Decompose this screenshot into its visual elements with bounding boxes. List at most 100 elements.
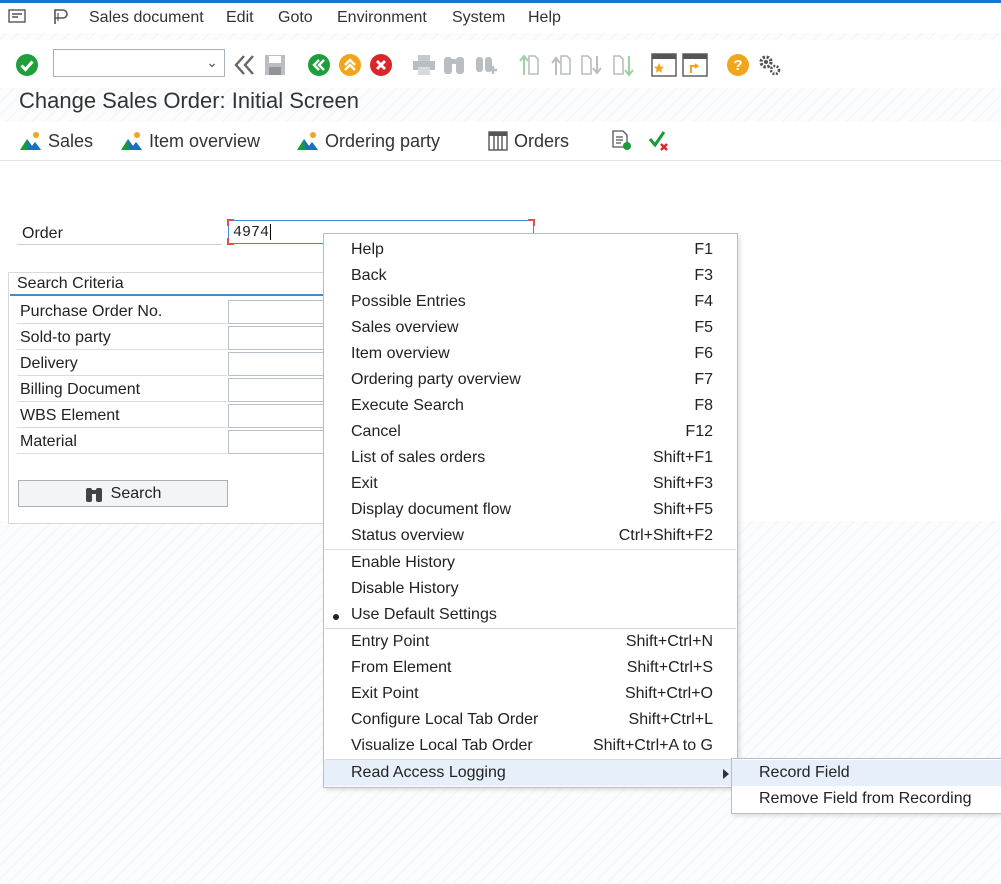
check-cancel-icon[interactable]	[648, 128, 670, 154]
search-button-label: Search	[111, 485, 162, 503]
find-next-icon[interactable]	[473, 52, 499, 78]
ctx-item-status-overview[interactable]: Status overviewCtrl+Shift+F2	[324, 523, 737, 549]
criteria-delivery-label: Delivery	[17, 351, 227, 376]
ctx-item-display-document-flow[interactable]: Display document flowShift+F5	[324, 497, 737, 523]
ctx-item-shortcut: F5	[694, 319, 713, 337]
exit-icon[interactable]	[337, 52, 363, 78]
application-toolbar: Sales Item overview Ordering party Order…	[0, 122, 1001, 161]
text-caret	[270, 224, 271, 240]
ctx-item-help[interactable]: HelpF1	[324, 237, 737, 263]
ctx-item-label: Back	[351, 267, 387, 285]
enter-icon[interactable]	[14, 52, 40, 78]
ctx-item-back[interactable]: BackF3	[324, 263, 737, 289]
ctx-item-ordering-party-overview[interactable]: Ordering party overviewF7	[324, 367, 737, 393]
command-input[interactable]	[54, 50, 206, 74]
ctx-item-enable-history[interactable]: Enable History	[324, 550, 737, 576]
ctx-item-shortcut: Shift+F5	[653, 501, 713, 519]
sold-to-party-input[interactable]	[228, 326, 329, 350]
criteria-billing-document-label: Billing Document	[17, 377, 227, 402]
settings-gear-icon[interactable]	[756, 52, 782, 78]
ctx-item-label: Ordering party overview	[351, 371, 521, 389]
billing-document-input[interactable]	[228, 378, 329, 402]
ctx-item-label: Entry Point	[351, 633, 429, 651]
collapse-toolbar-icon[interactable]	[232, 52, 258, 78]
ctx-item-possible-entries[interactable]: Possible EntriesF4	[324, 289, 737, 315]
help-icon[interactable]: ?	[725, 52, 751, 78]
ctx-item-shortcut: Shift+F1	[653, 449, 713, 467]
last-page-icon[interactable]	[611, 52, 637, 78]
criteria-wbs-element-label: WBS Element	[17, 403, 227, 428]
chevron-down-icon[interactable]: ⌄	[206, 54, 218, 71]
menu-edit[interactable]: Edit	[226, 9, 254, 27]
first-page-icon[interactable]	[515, 52, 541, 78]
submenu-item-label: Record Field	[759, 764, 850, 782]
ctx-item-configure-local-tab-order[interactable]: Configure Local Tab OrderShift+Ctrl+L	[324, 707, 737, 733]
ctx-item-use-default-settings[interactable]: Use Default Settings	[324, 602, 737, 628]
material-input[interactable]	[228, 430, 329, 454]
ctx-item-entry-point[interactable]: Entry PointShift+Ctrl+N	[324, 629, 737, 655]
ctx-item-label: List of sales orders	[351, 449, 485, 467]
save-icon[interactable]	[262, 52, 288, 78]
next-page-icon[interactable]	[579, 52, 605, 78]
submenu-item-record-field[interactable]: Record Field	[732, 760, 1001, 786]
ctx-item-label: Item overview	[351, 345, 450, 363]
submenu-item-label: Remove Field from Recording	[759, 790, 972, 808]
menu-environment[interactable]: Environment	[337, 9, 427, 27]
menu-system[interactable]: System	[452, 9, 505, 27]
ctx-item-cancel[interactable]: CancelF12	[324, 419, 737, 445]
ctx-item-item-overview[interactable]: Item overviewF6	[324, 341, 737, 367]
menu-help[interactable]: Help	[528, 9, 561, 27]
delivery-input[interactable]	[228, 352, 329, 376]
ctx-item-from-element[interactable]: From Element Shift+Ctrl+S	[324, 655, 737, 681]
ctx-item-shortcut: Ctrl+Shift+F2	[619, 527, 713, 545]
ctx-item-visualize-local-tab-order[interactable]: Visualize Local Tab Order Shift+Ctrl+A to…	[324, 733, 737, 759]
ctx-item-exit[interactable]: ExitShift+F3	[324, 471, 737, 497]
mountain-icon	[121, 131, 143, 151]
ctx-item-shortcut: Shift+Ctrl+A to G	[593, 737, 713, 755]
standard-toolbar: ⌄ ?	[0, 40, 1001, 88]
ctx-item-disable-history[interactable]: Disable History	[324, 576, 737, 602]
item-overview-button[interactable]: Item overview	[121, 128, 260, 154]
layout-menu-icon[interactable]	[52, 8, 70, 31]
ordering-party-button[interactable]: Ordering party	[297, 128, 440, 154]
ctx-item-shortcut: Shift+Ctrl+S	[627, 659, 713, 677]
criteria-purchase-order-label: Purchase Order No.	[17, 299, 227, 324]
command-field[interactable]: ⌄	[53, 49, 225, 77]
ctx-item-list-of-sales-orders[interactable]: List of sales orders Shift+F1	[324, 445, 737, 471]
ctx-item-exit-point[interactable]: Exit Point Shift+Ctrl+O	[324, 681, 737, 707]
back-icon[interactable]	[306, 52, 332, 78]
cancel-icon[interactable]	[368, 52, 394, 78]
sales-button[interactable]: Sales	[20, 128, 93, 154]
wbs-element-input[interactable]	[228, 404, 329, 428]
ctx-item-label: Exit Point	[351, 685, 419, 703]
menu-goto[interactable]: Goto	[278, 9, 313, 27]
ctx-item-shortcut: Shift+Ctrl+L	[629, 711, 713, 729]
ctx-item-label: Execute Search	[351, 397, 464, 415]
ctx-item-shortcut: Shift+Ctrl+O	[625, 685, 713, 703]
ctx-item-label: From Element	[351, 659, 451, 677]
menu-sales-document[interactable]: Sales document	[89, 9, 204, 27]
previous-page-icon[interactable]	[547, 52, 573, 78]
binoculars-icon	[85, 485, 103, 503]
search-button[interactable]: Search	[18, 480, 228, 507]
purchase-order-input[interactable]	[228, 300, 329, 324]
svg-text:?: ?	[733, 57, 742, 74]
new-session-icon[interactable]	[651, 52, 677, 78]
ctx-item-execute-search[interactable]: Execute SearchF8	[324, 393, 737, 419]
document-settings-icon[interactable]	[611, 128, 633, 154]
ctx-item-label: Visualize Local Tab Order	[351, 737, 533, 755]
print-icon[interactable]	[411, 52, 437, 78]
orders-label: Orders	[514, 131, 569, 152]
criteria-sold-to-label: Sold-to party	[17, 325, 227, 350]
orders-button[interactable]: Orders	[488, 128, 569, 154]
generate-shortcut-icon[interactable]	[682, 52, 708, 78]
order-label-underline	[17, 244, 222, 245]
find-icon[interactable]	[441, 52, 467, 78]
ctx-item-sales-overview[interactable]: Sales overviewF5	[324, 315, 737, 341]
submenu-item-remove-field[interactable]: Remove Field from Recording	[732, 786, 1001, 812]
sales-label: Sales	[48, 131, 93, 152]
ctx-item-label: Possible Entries	[351, 293, 466, 311]
ctx-item-read-access-logging[interactable]: Read Access Logging	[324, 760, 737, 786]
search-criteria-divider	[10, 294, 328, 296]
menu-toggle-icon[interactable]	[8, 8, 26, 29]
